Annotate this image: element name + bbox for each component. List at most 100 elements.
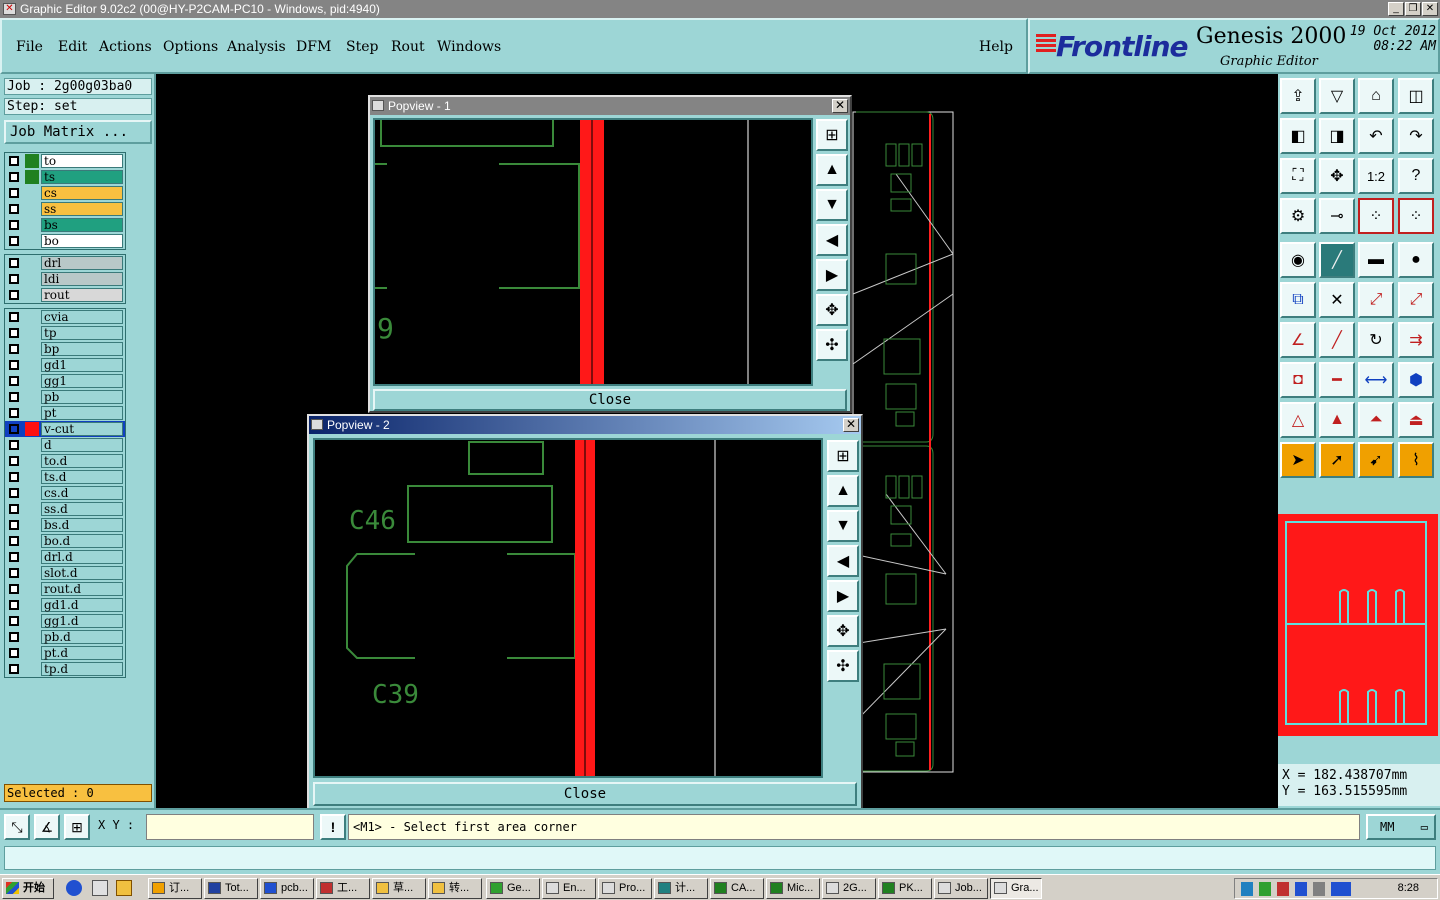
- hline-icon[interactable]: ━: [1319, 362, 1355, 398]
- layer-checkbox[interactable]: [9, 600, 19, 610]
- taskbar-button[interactable]: Gra...: [990, 878, 1042, 899]
- connect-icon[interactable]: ⤢: [1358, 282, 1394, 318]
- taskbar-button[interactable]: 转...: [428, 878, 482, 899]
- layer-checkbox[interactable]: [9, 188, 19, 198]
- pan-left-icon[interactable]: ◧: [1280, 118, 1316, 154]
- layer-checkbox[interactable]: [9, 312, 19, 322]
- layer-row[interactable]: to.d: [5, 453, 125, 469]
- layer-checkbox[interactable]: [9, 488, 19, 498]
- pointer-box-icon[interactable]: ➚: [1319, 442, 1355, 478]
- layer-checkbox[interactable]: [9, 392, 19, 402]
- layer-checkbox[interactable]: [9, 552, 19, 562]
- layer-checkbox[interactable]: [9, 664, 19, 674]
- pointer-path-icon[interactable]: ⌇: [1398, 442, 1434, 478]
- pointer-icon[interactable]: ➤: [1280, 442, 1316, 478]
- dimension-icon[interactable]: ⟷: [1358, 362, 1394, 398]
- triangle-2-icon[interactable]: ▲: [1319, 402, 1355, 438]
- pan-down-icon[interactable]: ▼: [816, 189, 848, 221]
- zoom-out-icon[interactable]: ✥: [816, 294, 848, 326]
- popview-1-canvas[interactable]: 9: [373, 118, 813, 386]
- layer-checkbox[interactable]: [9, 648, 19, 658]
- layer-row[interactable]: cs: [5, 185, 125, 201]
- layer-row[interactable]: cvia: [5, 309, 125, 325]
- taskbar-button[interactable]: CA...: [710, 878, 764, 899]
- help-icon[interactable]: ?: [1398, 158, 1434, 194]
- quicklaunch-desktop-icon[interactable]: [92, 880, 108, 896]
- layer-row[interactable]: gd1: [5, 357, 125, 373]
- taskbar-button[interactable]: 计...: [654, 878, 708, 899]
- measure-angle-icon[interactable]: ∡: [34, 814, 60, 840]
- pan-left-icon[interactable]: ◀: [816, 224, 848, 256]
- layer-row[interactable]: drl: [5, 255, 125, 271]
- layer-row[interactable]: drl.d: [5, 549, 125, 565]
- pan-left-icon[interactable]: ◀: [827, 545, 859, 577]
- layer-checkbox[interactable]: [9, 344, 19, 354]
- taskbar-button[interactable]: 工...: [316, 878, 370, 899]
- pan-right-icon[interactable]: ▶: [816, 259, 848, 291]
- layer-row[interactable]: rout.d: [5, 581, 125, 597]
- layer-row[interactable]: bo: [5, 233, 125, 249]
- layer-row[interactable]: cs.d: [5, 485, 125, 501]
- layer-row[interactable]: gg1: [5, 373, 125, 389]
- add-line-icon[interactable]: ╱: [1319, 242, 1355, 278]
- taskbar-button[interactable]: Job...: [934, 878, 988, 899]
- layer-row[interactable]: tp.d: [5, 661, 125, 677]
- layer-checkbox[interactable]: [9, 456, 19, 466]
- layer-checkbox[interactable]: [9, 236, 19, 246]
- pan-right-icon[interactable]: ▶: [827, 580, 859, 612]
- pointer-alt-icon[interactable]: ➹: [1358, 442, 1394, 478]
- pan-up-icon[interactable]: ▲: [827, 475, 859, 507]
- layer-checkbox[interactable]: [9, 440, 19, 450]
- layer-checkbox[interactable]: [9, 172, 19, 182]
- measure-icon[interactable]: ⚙: [1280, 198, 1316, 234]
- taskbar-button[interactable]: 订...: [148, 878, 202, 899]
- taskbar-button[interactable]: pcb...: [260, 878, 314, 899]
- select-pad-icon[interactable]: ◘: [1280, 362, 1316, 398]
- layer-row[interactable]: bo.d: [5, 533, 125, 549]
- info-icon[interactable]: !: [320, 814, 346, 840]
- layer-row[interactable]: pt.d: [5, 645, 125, 661]
- menu-rout[interactable]: Rout: [391, 39, 425, 55]
- layer-row[interactable]: ts.d: [5, 469, 125, 485]
- layer-checkbox[interactable]: [9, 290, 19, 300]
- connect-alt-icon[interactable]: ⤢: [1398, 282, 1434, 318]
- ruler-icon[interactable]: ▬: [1358, 242, 1394, 278]
- layer-row[interactable]: d: [5, 437, 125, 453]
- menu-edit[interactable]: Edit: [58, 39, 87, 55]
- tray-icons[interactable]: [1241, 882, 1351, 896]
- circle-icon[interactable]: ●: [1398, 242, 1434, 278]
- popview-1-close-x[interactable]: ✕: [832, 99, 848, 113]
- menu-dfm[interactable]: DFM: [296, 39, 331, 55]
- taskbar-button[interactable]: En...: [542, 878, 596, 899]
- layer-row[interactable]: gg1.d: [5, 613, 125, 629]
- layer-row[interactable]: ss.d: [5, 501, 125, 517]
- layer-checkbox[interactable]: [9, 156, 19, 166]
- layer-row[interactable]: bs: [5, 217, 125, 233]
- layer-row[interactable]: to: [5, 153, 125, 169]
- menu-file[interactable]: File: [16, 39, 43, 55]
- minimize-button[interactable]: _: [1388, 2, 1404, 16]
- popview-2-close-button[interactable]: Close: [313, 782, 857, 806]
- taskbar-button[interactable]: 草...: [372, 878, 426, 899]
- grid-icon[interactable]: ⊞: [64, 814, 90, 840]
- quicklaunch-app-icon[interactable]: [116, 880, 132, 896]
- taskbar-button[interactable]: Tot...: [204, 878, 258, 899]
- job-matrix-button[interactable]: Job Matrix ...: [4, 120, 152, 144]
- layer-row[interactable]: bp: [5, 341, 125, 357]
- taskbar-button[interactable]: Mic...: [766, 878, 820, 899]
- taskbar-button[interactable]: Pro...: [598, 878, 652, 899]
- fill-icon[interactable]: ⇉: [1398, 322, 1434, 358]
- layer-checkbox[interactable]: [9, 632, 19, 642]
- zoom-out-icon[interactable]: ✥: [827, 615, 859, 647]
- triangle-4-icon[interactable]: ⏏: [1398, 402, 1434, 438]
- home-icon[interactable]: ⌂: [1358, 78, 1394, 114]
- zoom-fit-icon[interactable]: ⛶: [1280, 158, 1316, 194]
- layer-checkbox[interactable]: [9, 424, 19, 434]
- ratio-icon[interactable]: 1:2: [1358, 158, 1394, 194]
- fit-icon[interactable]: ✣: [827, 650, 859, 682]
- xy-input[interactable]: [146, 814, 314, 840]
- fit-icon[interactable]: ✣: [816, 329, 848, 361]
- layer-checkbox[interactable]: [9, 520, 19, 530]
- layer-checkbox[interactable]: [9, 274, 19, 284]
- arc-icon[interactable]: ↻: [1358, 322, 1394, 358]
